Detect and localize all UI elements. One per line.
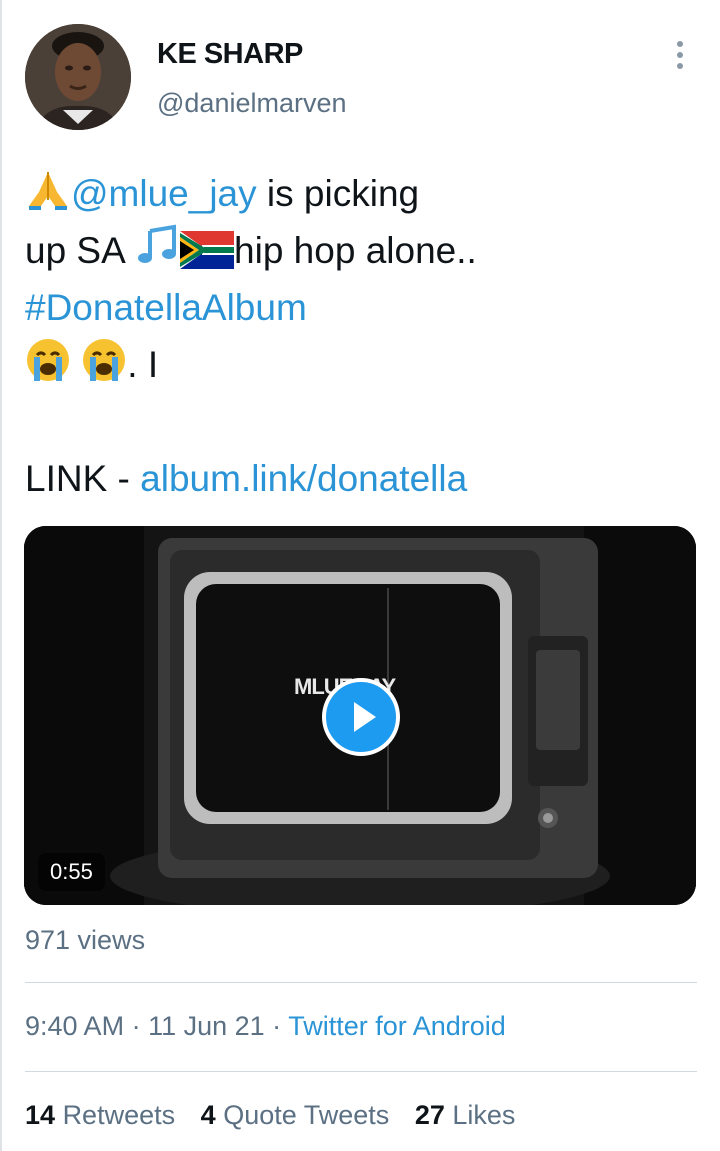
meta-separator: ·	[124, 1011, 149, 1041]
tweet-meta: 9:40 AM · 11 Jun 21 · Twitter for Androi…	[25, 1011, 506, 1042]
author-avatar[interactable]	[25, 24, 131, 130]
tweet-line-link: LINK - album.link/donatella	[25, 450, 685, 507]
tweet-time[interactable]: 9:40 AM	[25, 1011, 124, 1041]
tweet-line-4: . I	[25, 336, 685, 393]
album-link[interactable]: album.link/donatella	[140, 458, 467, 499]
tweet-date[interactable]: 11 Jun 21	[148, 1011, 265, 1041]
tweet-text: @mlue_jay is picking up SA hip hop alone…	[25, 165, 685, 507]
tweet-text-segment: hip hop alone..	[234, 230, 477, 271]
tweet-text-segment: up SA	[25, 230, 135, 271]
view-count: 971 views	[25, 925, 146, 955]
divider	[25, 982, 697, 983]
author-name[interactable]: KE SHARP	[157, 38, 303, 71]
tweet-text-segment: . I	[127, 344, 159, 385]
likes-count: 27	[414, 1100, 445, 1130]
quote-tweets-count: 4	[200, 1100, 216, 1130]
tweet-source[interactable]: Twitter for Android	[288, 1011, 506, 1041]
likes-label: Likes	[452, 1100, 516, 1130]
meta-separator: ·	[264, 1011, 289, 1041]
tweet-line-2: up SA hip hop alone..	[25, 222, 685, 279]
quote-tweets-label: Quote Tweets	[223, 1100, 390, 1130]
retweets-count: 14	[25, 1100, 56, 1130]
play-icon[interactable]	[322, 678, 400, 756]
video-duration-badge: 0:55	[38, 853, 105, 891]
folded-hands-icon	[25, 166, 71, 228]
retweets-label: Retweets	[62, 1100, 176, 1130]
more-options-icon[interactable]	[666, 38, 694, 72]
avatar-portrait	[25, 24, 131, 130]
mention-link[interactable]: @mlue_jay	[71, 173, 257, 214]
crying-face-icon	[81, 337, 127, 399]
tweet-line-3: #DonatellaAlbum	[25, 279, 685, 336]
south-africa-flag-icon	[180, 228, 235, 285]
likes-stat[interactable]: 27 Likes	[415, 1100, 516, 1130]
quote-tweets-stat[interactable]: 4 Quote Tweets	[201, 1100, 390, 1130]
tweet-line-1: @mlue_jay is picking	[25, 165, 685, 222]
left-border	[0, 0, 2, 1151]
retweets-stat[interactable]: 14 Retweets	[25, 1100, 175, 1130]
tweet-text-segment: is picking	[256, 173, 420, 214]
hashtag-link[interactable]: #DonatellaAlbum	[25, 287, 307, 328]
link-prefix: LINK -	[25, 458, 141, 499]
engagement-stats: 14 Retweets 4 Quote Tweets 27 Likes	[25, 1100, 533, 1131]
author-handle[interactable]: @danielmarven	[157, 88, 347, 119]
divider	[25, 1071, 697, 1072]
musical-notes-icon	[134, 223, 180, 285]
crying-face-icon	[25, 337, 71, 399]
